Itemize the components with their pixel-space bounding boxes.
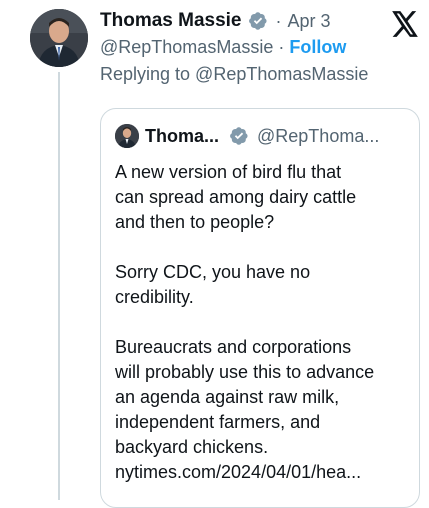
quoted-text-line: and then to people? [115,212,275,232]
quoted-text-line: will probably use this to advance [115,362,375,382]
quoted-link[interactable]: nytimes.com/2024/04/01/hea... [115,460,415,485]
quoted-text-line: Sorry CDC, you have no [115,262,311,282]
quoted-text-line: an agenda against raw milk, [115,387,340,407]
quoted-tweet-header: Thoma... @RepThoma... [115,124,379,148]
quoted-author-name: Thoma... [145,125,220,146]
author-name[interactable]: Thomas Massie [100,10,242,32]
quoted-tweet-card[interactable]: Thoma... @RepThoma... A new version of b… [100,108,420,508]
handle-row: @RepThomasMassie · Follow [100,37,346,58]
quoted-tweet-text: A new version of bird flu that can sprea… [115,160,415,485]
quoted-avatar-photo [115,124,139,148]
quoted-author-handle: @RepThoma... [257,125,380,146]
tweet-header: Thomas Massie · Apr 3 [100,7,331,35]
quoted-text-line: credibility. [115,287,194,307]
replying-to[interactable]: Replying to @RepThomasMassie [100,64,368,85]
quoted-author-avatar [115,124,139,148]
header-separator: · [275,10,282,31]
verified-badge-icon [248,12,267,30]
handle-separator: · [278,37,285,57]
quoted-text-line: Bureaucrats and corporations [115,337,352,357]
thread-connector-line [58,72,60,500]
author-handle[interactable]: @RepThomasMassie [100,37,273,57]
quoted-text-line: backyard chickens. [115,437,269,457]
follow-button[interactable]: Follow [289,37,346,57]
verified-badge-icon [230,127,248,145]
author-avatar[interactable] [30,9,88,67]
x-logo-icon[interactable] [391,11,419,37]
tweet-date[interactable]: Apr 3 [288,11,331,32]
avatar-photo [30,9,88,67]
quoted-text-line: independent farmers, and [115,412,321,432]
quoted-text-line: A new version of bird flu that [115,162,342,182]
quoted-text-line: can spread among dairy cattle [115,187,357,207]
